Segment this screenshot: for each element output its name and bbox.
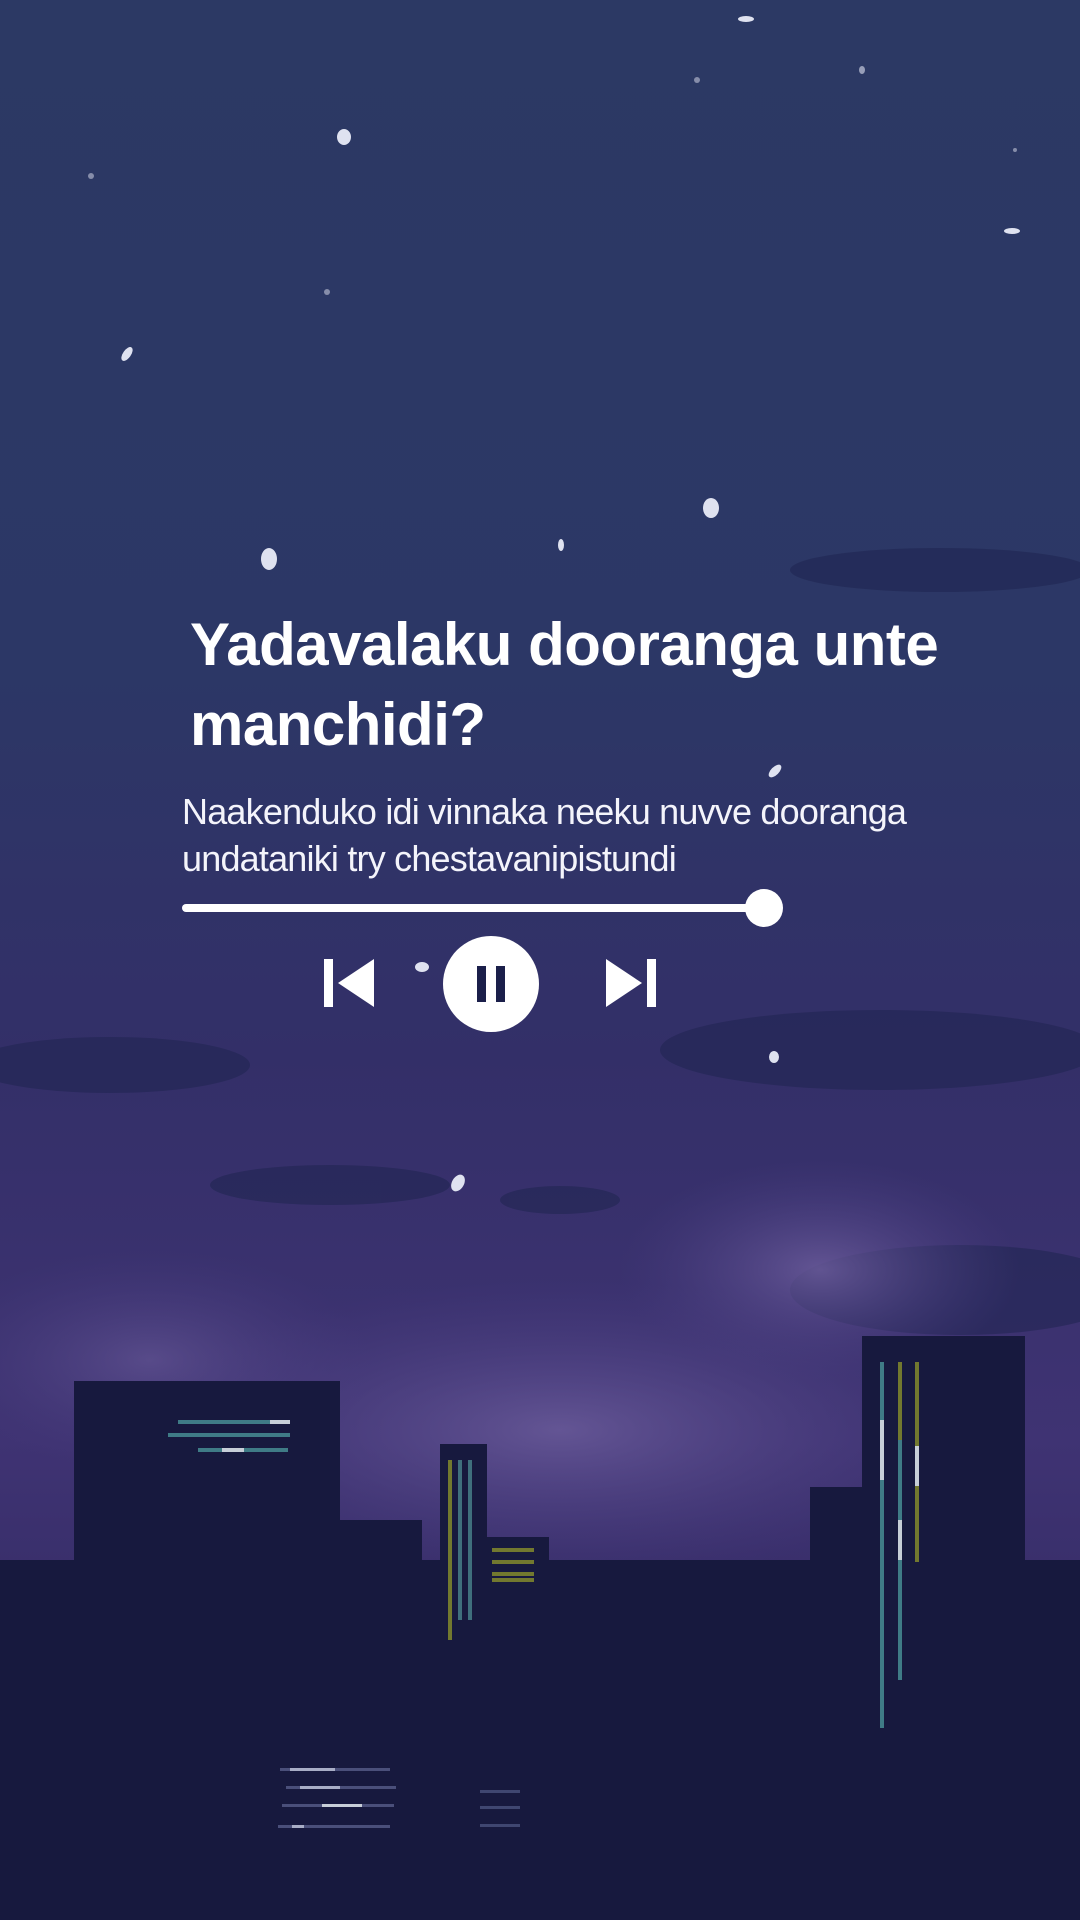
skip-previous-icon <box>324 959 374 1007</box>
seek-bar[interactable] <box>182 904 782 912</box>
lyric-text: Naakenduko idi vinnaka neeku nuvve doora… <box>182 791 907 879</box>
next-button[interactable] <box>604 956 658 1010</box>
music-player: Yadavalaku dooranga unte manchidi? Naake… <box>0 0 1080 1920</box>
skip-next-icon <box>606 959 656 1007</box>
song-title: Yadavalaku dooranga unte manchidi? <box>190 611 939 758</box>
pause-icon <box>477 966 505 1002</box>
previous-button[interactable] <box>322 956 376 1010</box>
seek-bar-thumb[interactable] <box>745 889 783 927</box>
pause-button[interactable] <box>443 936 539 1032</box>
